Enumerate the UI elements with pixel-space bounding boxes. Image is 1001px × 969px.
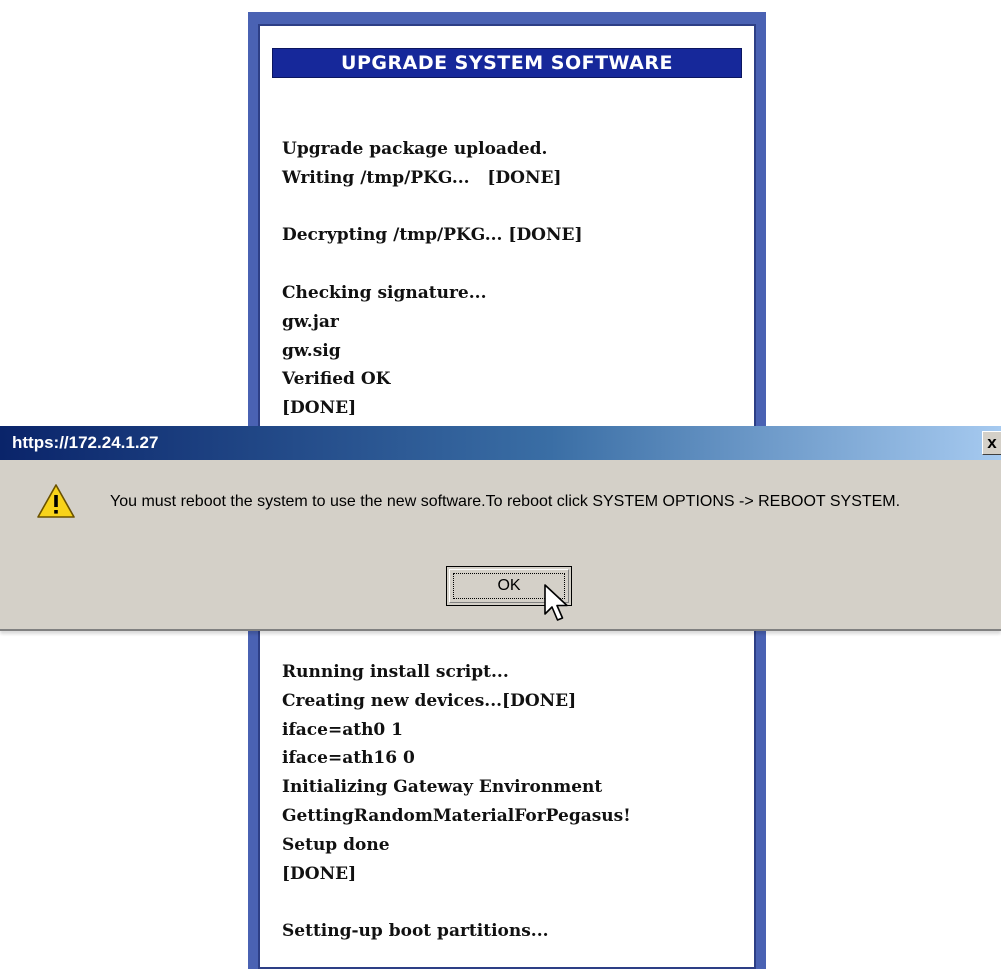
log-line: Setup done <box>282 834 390 855</box>
log-line: GettingRandomMaterialForPegasus! <box>282 805 631 826</box>
log-line <box>282 193 583 222</box>
log-line: Creating new devices...[DONE] <box>282 690 577 711</box>
log-line <box>282 888 631 917</box>
panel-title: UPGRADE SYSTEM SOFTWARE <box>272 48 742 78</box>
dialog-title: https://172.24.1.27 <box>12 433 159 452</box>
log-line: iface=ath0 1 <box>282 719 404 740</box>
log-line: [DONE] <box>282 398 357 419</box>
log-line: gw.sig <box>282 340 341 361</box>
log-line: iface=ath16 0 <box>282 748 415 769</box>
log-line: gw.jar <box>282 311 339 332</box>
log-line: Setting-up boot partitions... <box>282 921 549 942</box>
log-line: Upgrade package uploaded. <box>282 139 548 159</box>
log-line: Initializing Gateway Environment <box>282 777 603 798</box>
log-line <box>282 250 583 279</box>
close-icon: x <box>987 433 997 452</box>
log-line: Writing /tmp/PKG... [DONE] <box>282 167 562 188</box>
upgrade-log-top: Upgrade package uploaded. Writing /tmp/P… <box>282 135 583 423</box>
dialog-titlebar[interactable]: https://172.24.1.27 x <box>0 426 1001 460</box>
warning-icon <box>37 484 75 518</box>
log-line: Decrypting /tmp/PKG... [DONE] <box>282 225 583 246</box>
upgrade-log-bottom: Running install script... Creating new d… <box>282 658 631 946</box>
log-line: Verified OK <box>282 369 391 390</box>
dialog-message: You must reboot the system to use the ne… <box>110 493 901 510</box>
close-button[interactable]: x <box>982 431 1001 455</box>
log-line: Checking signature... <box>282 282 487 303</box>
log-line: [DONE] <box>282 863 357 884</box>
log-line: Running install script... <box>282 662 509 682</box>
mouse-cursor-icon <box>544 584 568 621</box>
